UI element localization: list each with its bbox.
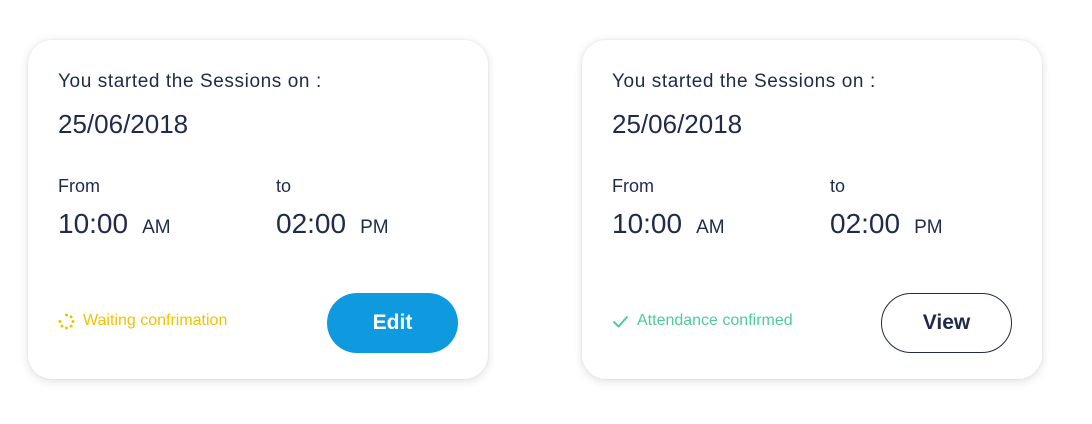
- to-label: to: [276, 176, 292, 196]
- session-date: 25/06/2018: [612, 109, 743, 139]
- session-date: 25/06/2018: [58, 109, 189, 139]
- from-time: 10:00 AM: [612, 208, 725, 240]
- to-time: 02:00 PM: [276, 208, 389, 240]
- to-time-period: PM: [360, 217, 389, 238]
- edit-button[interactable]: Edit: [327, 293, 458, 353]
- session-card-waiting: You started the Sessions on : 25/06/2018…: [28, 40, 488, 379]
- from-label: From: [58, 176, 100, 196]
- to-label: to: [830, 176, 846, 196]
- status-confirmed: Attendance confirmed: [612, 312, 793, 330]
- from-time-value: 10:00: [612, 208, 683, 239]
- to-time-value: 02:00: [276, 208, 347, 239]
- session-intro-text: You started the Sessions on :: [58, 71, 322, 92]
- status-text: Waiting confrimation: [83, 312, 228, 329]
- spinner-icon: [58, 313, 75, 330]
- check-icon: [612, 313, 629, 330]
- from-time-value: 10:00: [58, 208, 129, 239]
- to-time-value: 02:00: [830, 208, 901, 239]
- status-waiting: Waiting confrimation: [58, 312, 227, 330]
- from-time: 10:00 AM: [58, 208, 171, 240]
- to-time: 02:00 PM: [830, 208, 943, 240]
- status-text: Attendance confirmed: [637, 312, 793, 329]
- from-label: From: [612, 176, 654, 196]
- view-button[interactable]: View: [881, 293, 1012, 353]
- from-time-period: AM: [142, 217, 171, 238]
- from-time-period: AM: [696, 217, 725, 238]
- to-time-period: PM: [914, 217, 943, 238]
- session-card-confirmed: You started the Sessions on : 25/06/2018…: [582, 40, 1042, 379]
- session-intro-text: You started the Sessions on :: [612, 71, 876, 92]
